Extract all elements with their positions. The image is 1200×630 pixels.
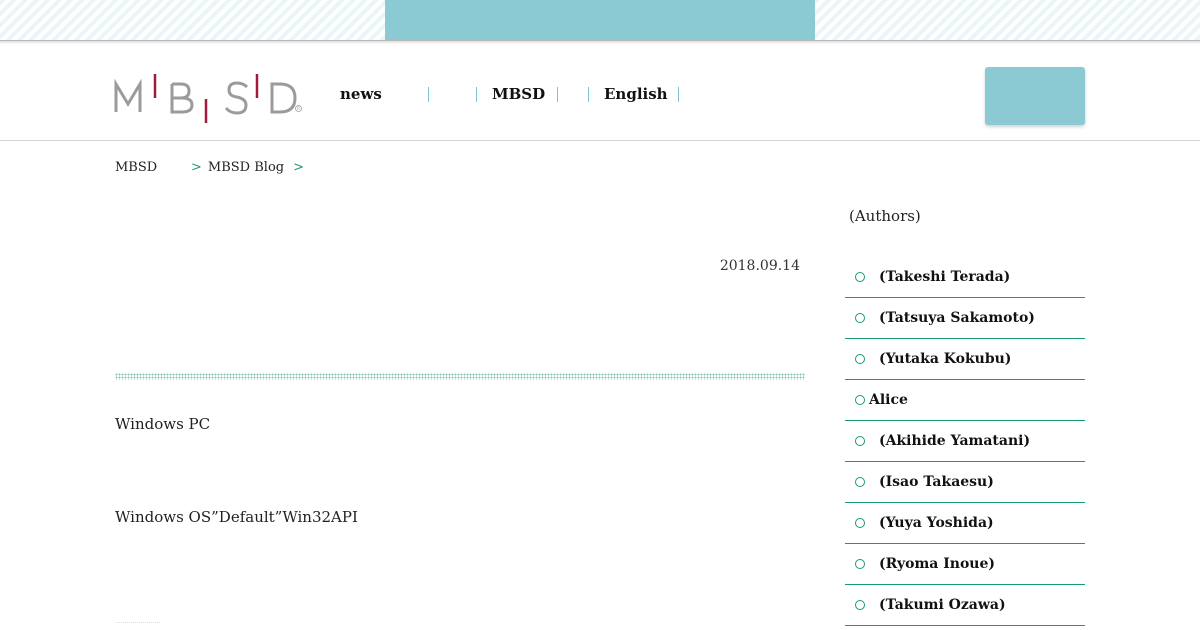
author-list-item[interactable]: (Takeshi Terada): [845, 257, 1085, 298]
circle-bullet-icon: [855, 272, 865, 282]
nav-item-blank[interactable]: [429, 84, 476, 104]
breadcrumb: MBSD > MBSD Blog >: [115, 158, 304, 176]
nav-separator: [557, 86, 558, 102]
author-list-item[interactable]: (Akihide Yamatani): [845, 421, 1085, 462]
article-paragraph: Windows PC: [115, 415, 211, 433]
svg-text:R: R: [297, 106, 300, 111]
author-list-item[interactable]: (Yuya Yoshida): [845, 503, 1085, 544]
author-list-item[interactable]: Alice: [845, 380, 1085, 421]
post-date: 2018.09.14: [719, 258, 800, 274]
sidebar-title: (Authors): [849, 207, 921, 225]
author-name: (Isao Takaesu): [879, 474, 994, 490]
author-list-item[interactable]: (Yutaka Kokubu): [845, 339, 1085, 380]
mbsd-logo[interactable]: R: [114, 72, 304, 126]
author-list-item[interactable]: (Isao Takaesu): [845, 462, 1085, 503]
main-nav: news MBSD English: [340, 84, 679, 104]
author-name: (Akihide Yamatani): [879, 433, 1031, 449]
nav-item-english[interactable]: English: [589, 84, 678, 104]
author-list: (Takeshi Terada) (Tatsuya Sakamoto) (Yut…: [845, 257, 1085, 626]
title-divider: [115, 373, 805, 380]
author-name: (Yutaka Kokubu): [879, 351, 1012, 367]
breadcrumb-separator: >: [191, 159, 202, 175]
author-name: (Takeshi Terada): [879, 269, 1011, 285]
author-list-item[interactable]: (Ryoma Inoue): [845, 544, 1085, 585]
author-name: (Ryoma Inoue): [879, 556, 996, 572]
top-strip-center-panel: [385, 0, 815, 40]
circle-bullet-icon: [855, 395, 865, 405]
top-strip: [0, 0, 1200, 41]
circle-bullet-icon: [855, 518, 865, 528]
nav-item-english-label: English: [604, 85, 668, 103]
nav-item-mbsd[interactable]: MBSD: [477, 84, 557, 104]
breadcrumb-home[interactable]: MBSD: [115, 160, 191, 175]
faded-text-stub: [115, 622, 160, 628]
author-name: (Takumi Ozawa): [879, 597, 1006, 613]
author-list-item[interactable]: (Tatsuya Sakamoto): [845, 298, 1085, 339]
author-name: (Tatsuya Sakamoto): [879, 310, 1035, 326]
author-name: Alice: [869, 392, 908, 408]
site-header: R news MBSD English: [0, 44, 1200, 141]
circle-bullet-icon: [855, 600, 865, 610]
breadcrumb-separator: >: [293, 159, 304, 175]
breadcrumb-blog[interactable]: MBSD Blog: [208, 160, 284, 175]
circle-bullet-icon: [855, 313, 865, 323]
nav-item-mbsd-label: MBSD: [492, 85, 546, 103]
author-list-item[interactable]: (Takumi Ozawa): [845, 585, 1085, 626]
circle-bullet-icon: [855, 354, 865, 364]
contact-button[interactable]: [985, 67, 1085, 125]
nav-item-news[interactable]: news: [340, 84, 428, 104]
circle-bullet-icon: [855, 436, 865, 446]
author-name: (Yuya Yoshida): [879, 515, 994, 531]
article-paragraph: Windows OS”Default”Win32API: [115, 508, 358, 526]
nav-item-news-label: news: [340, 85, 382, 103]
circle-bullet-icon: [855, 477, 865, 487]
circle-bullet-icon: [855, 559, 865, 569]
nav-separator: [678, 86, 679, 102]
